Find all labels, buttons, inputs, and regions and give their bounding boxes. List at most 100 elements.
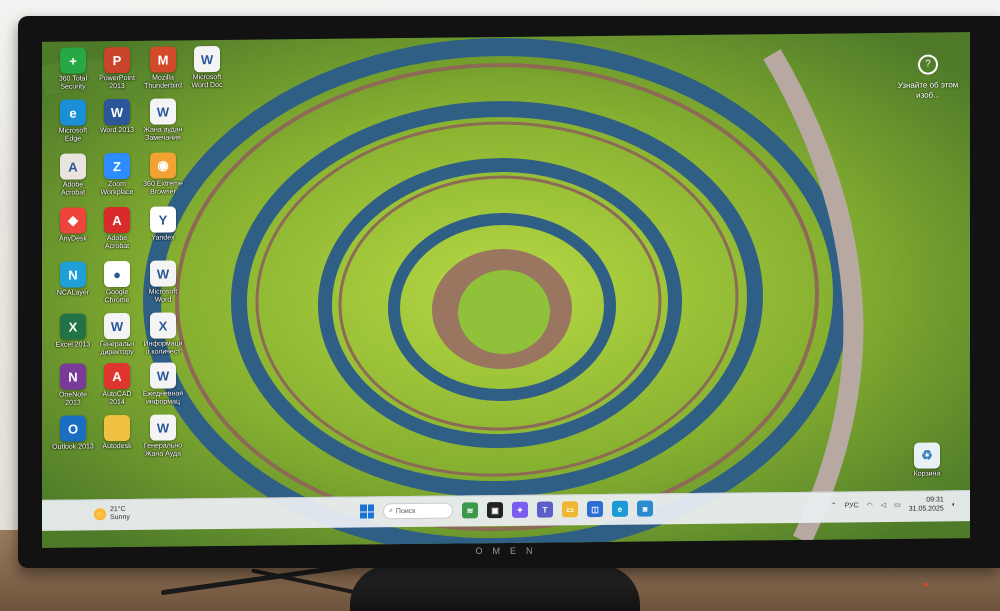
desktop-icon-label: Microsoft Word	[148, 288, 178, 304]
adobe-acrobat-icon: A	[60, 153, 86, 180]
desktop-icon-label: Excel 2013	[55, 341, 91, 349]
powerpoint-icon: P	[104, 46, 130, 74]
desktop-icon[interactable]: ◆ AnyDesk	[48, 207, 98, 260]
start-button[interactable]	[360, 504, 374, 519]
desktop-icon[interactable]: +360 Total Security	[48, 47, 98, 100]
anydesk-icon: ◆	[60, 207, 86, 234]
desktop-icon[interactable]: W Генерально Жана Ауда	[138, 414, 188, 467]
desktop-icon[interactable]: O Outlook 2013	[48, 415, 98, 468]
desktop-icon[interactable]: W Генеральн директору	[92, 312, 142, 366]
store-icon[interactable]: ◫	[587, 500, 603, 518]
desktop-icon-label: Microsoft Word Doc	[191, 73, 223, 90]
desktop-icon[interactable]: Y Yandex	[138, 206, 188, 259]
monitor-brand-label: OMEN	[475, 546, 543, 556]
desktop-icon[interactable]: X Excel 2013	[48, 313, 98, 366]
weather-temp: 21°C	[110, 505, 126, 514]
autocad-icon: A	[104, 362, 130, 390]
clock[interactable]: 09:31 31.05.2025	[909, 495, 944, 513]
desktop-icon-label: NCALayer	[56, 289, 90, 297]
desktop-icon[interactable]: Autodesk	[92, 414, 142, 468]
clock-date: 31.05.2025	[908, 505, 944, 513]
thunderbird-icon: M	[150, 46, 176, 73]
desktop-icon-label: Google Chrome	[104, 288, 130, 305]
ncalayer-icon: N	[60, 261, 86, 288]
word-icon: W	[104, 98, 130, 126]
desktop-icon[interactable]: N NCALayer	[48, 261, 98, 314]
desktop-icon[interactable]: Z Zoom Workplace	[92, 152, 142, 206]
desktop-icon-label: Outlook 2013	[52, 443, 94, 451]
notifications-icon[interactable]: ◐	[952, 501, 956, 508]
learn-more-icon: ?	[918, 54, 938, 75]
recycle-bin[interactable]: ♻ Корзина	[902, 442, 952, 495]
task-view-icon[interactable]: ▣	[487, 502, 503, 519]
power-led	[925, 583, 928, 586]
desktop-icon[interactable]: N OneNote 2013	[48, 363, 98, 416]
search-placeholder: Поиск	[395, 507, 416, 515]
360-total-security-icon: +	[60, 47, 86, 74]
excel-document-icon: X	[150, 312, 176, 339]
copilot-icon[interactable]: ✦	[512, 501, 528, 518]
monitor-stand	[350, 565, 640, 611]
desktop-icon[interactable]: M Mozilla Thunderbird	[138, 46, 188, 99]
desktop-icon-label: Генеральн директору	[99, 340, 135, 357]
desktop-icon[interactable]: ◉ 360 Extreme Browser	[138, 152, 188, 205]
outlook-icon: O	[60, 415, 86, 442]
desktop-icon[interactable]: W Ежедневная информац	[138, 362, 188, 415]
teams-icon[interactable]: T	[537, 501, 553, 518]
tray-chevron-icon[interactable]: ⌃	[831, 502, 837, 510]
desktop-icon-label: Zoom Workplace	[100, 180, 134, 197]
desktop-icon[interactable]: A AutoCAD 2014	[92, 362, 142, 416]
sun-icon	[94, 508, 106, 521]
wifi-icon[interactable]: ◠	[867, 501, 873, 509]
language-indicator[interactable]: РУС	[845, 502, 859, 509]
desktop-icon[interactable]: A Adobe Acrobat	[92, 206, 142, 260]
learn-about-image-label: Узнайте об этом изоб...	[897, 80, 959, 100]
word-document-icon: W	[150, 98, 176, 125]
desktop-icon[interactable]: X Информаци о количест	[138, 312, 188, 365]
adobe-acrobat-icon: A	[104, 206, 130, 234]
recycle-bin-icon: ♻	[914, 442, 940, 469]
desktop-icon[interactable]: W Word 2013	[92, 98, 142, 152]
desktop-icon[interactable]: A Adobe Acrobat	[48, 153, 98, 206]
learn-about-image[interactable]: ? Узнайте об этом изоб...	[894, 54, 962, 101]
clock-time: 09:31	[926, 496, 944, 504]
file-explorer-icon[interactable]: ▭	[562, 501, 578, 518]
desktop-icon-label: 360 Total Security	[58, 75, 88, 91]
yandex-icon: Y	[150, 206, 176, 233]
desktop-icon-label: Yandex	[151, 234, 175, 242]
desktop-icon-label: Autodesk	[102, 442, 132, 451]
taskbar-search[interactable]: ⌕ Поиск	[383, 502, 453, 520]
weather-condition: Sunny	[110, 513, 130, 522]
edge-icon: e	[60, 99, 86, 126]
desktop-icon[interactable]: ● Google Chrome	[92, 260, 142, 314]
word-document-icon: W	[104, 312, 130, 340]
desktop-screen: +360 Total Security P PowerPoint 2013 M Mozi…	[42, 32, 970, 548]
volume-icon[interactable]: ◁	[881, 501, 886, 509]
desktop-icon[interactable]: P PowerPoint 2013	[92, 46, 142, 100]
desktop-icon-label: Информаци о количест	[143, 340, 183, 356]
desktop-icon[interactable]: W Жана аудан Замечания	[138, 98, 188, 151]
desktop-icon[interactable]: e Microsoft Edge	[48, 99, 98, 152]
desktop-icon-label: Word 2013	[99, 126, 135, 135]
widgets-icon[interactable]: ≋	[462, 502, 478, 519]
word-document-icon: W	[150, 362, 176, 389]
taskbar-center: ⌕ Поиск ≋ ▣ ✦ T ▭ ◫ e ◙	[360, 500, 653, 520]
desktop-icon-label: OneNote 2013	[58, 391, 88, 407]
system-tray: ⌃ РУС ◠ ◁ ▭ 09:31 31.05.2025 ◐	[831, 495, 956, 514]
app-icon[interactable]: ◙	[637, 500, 653, 517]
desktop-icon-label: Mozilla Thunderbird	[144, 74, 182, 90]
search-icon: ⌕	[389, 507, 393, 515]
chrome-icon: ●	[104, 260, 130, 288]
desktop-icon-label: AutoCAD 2014	[102, 390, 132, 407]
desktop-icon[interactable]: W Microsoft Word Doc	[182, 45, 232, 99]
edge-icon[interactable]: e	[612, 500, 628, 517]
desktop-icon-label: Ежедневная информац	[142, 390, 184, 406]
zoom-icon: Z	[104, 152, 130, 180]
desktop-icon[interactable]: W Microsoft Word	[138, 260, 188, 313]
weather-widget[interactable]: 21°C Sunny	[94, 506, 130, 522]
word-document-icon: W	[150, 414, 176, 441]
onenote-icon: N	[60, 363, 86, 390]
battery-icon[interactable]: ▭	[894, 501, 901, 509]
desktop-icon-label: AnyDesk	[58, 235, 87, 243]
desktop-icon-label: Microsoft Edge	[58, 127, 88, 143]
